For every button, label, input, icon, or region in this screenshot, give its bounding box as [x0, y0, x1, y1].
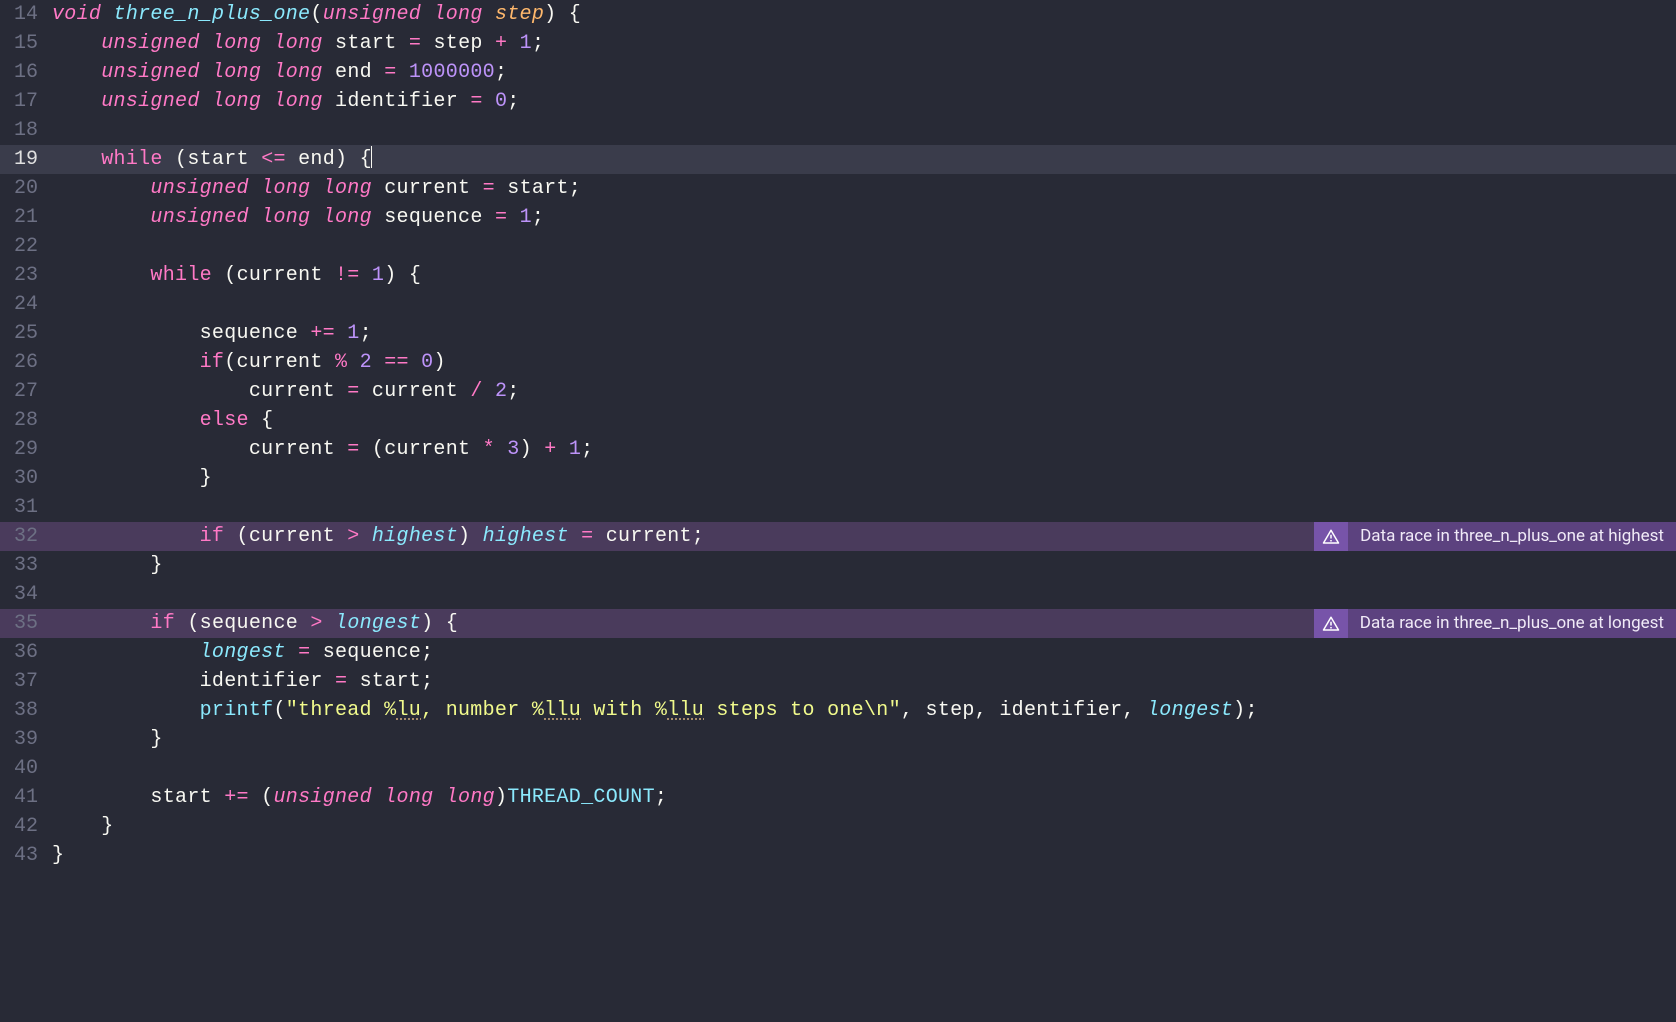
line-number: 42 [0, 812, 52, 841]
code-line[interactable]: 24 [0, 290, 1676, 319]
code-line[interactable]: 15 unsigned long long start = step + 1; [0, 29, 1676, 58]
line-number: 14 [0, 0, 52, 29]
text-cursor [371, 146, 372, 168]
line-number: 20 [0, 174, 52, 203]
code-line[interactable]: 26 if(current % 2 == 0) [0, 348, 1676, 377]
code-line[interactable]: 40 [0, 754, 1676, 783]
code-content[interactable]: else { [52, 406, 1676, 435]
code-line[interactable]: 33 } [0, 551, 1676, 580]
line-number: 19 [0, 145, 52, 174]
code-line[interactable]: 22 [0, 232, 1676, 261]
code-content[interactable]: if(current % 2 == 0) [52, 348, 1676, 377]
code-content[interactable]: } [52, 841, 1676, 870]
line-number: 28 [0, 406, 52, 435]
line-number: 23 [0, 261, 52, 290]
code-line[interactable]: 37 identifier = start; [0, 667, 1676, 696]
code-content[interactable]: } [52, 725, 1676, 754]
code-line[interactable]: 34 [0, 580, 1676, 609]
code-line[interactable]: 41 start += (unsigned long long)THREAD_C… [0, 783, 1676, 812]
code-content[interactable]: unsigned long long start = step + 1; [52, 29, 1676, 58]
code-line[interactable]: 17 unsigned long long identifier = 0; [0, 87, 1676, 116]
line-number: 32 [0, 522, 52, 551]
warning-icon [1314, 522, 1348, 551]
code-line[interactable]: 21 unsigned long long sequence = 1; [0, 203, 1676, 232]
line-number: 37 [0, 667, 52, 696]
code-line[interactable]: 25 sequence += 1; [0, 319, 1676, 348]
line-number: 16 [0, 58, 52, 87]
code-line[interactable]: 18 [0, 116, 1676, 145]
code-content[interactable]: identifier = start; [52, 667, 1676, 696]
line-number: 31 [0, 493, 52, 522]
code-content[interactable]: sequence += 1; [52, 319, 1676, 348]
code-line[interactable]: 30 } [0, 464, 1676, 493]
line-number: 25 [0, 319, 52, 348]
issue-message: Data race in three_n_plus_one at longest [1348, 609, 1676, 638]
code-line[interactable]: 27 current = current / 2; [0, 377, 1676, 406]
code-content[interactable]: longest = sequence; [52, 638, 1676, 667]
code-editor[interactable]: 14 void three_n_plus_one(unsigned long s… [0, 0, 1676, 1022]
line-number: 35 [0, 609, 52, 638]
line-number: 33 [0, 551, 52, 580]
code-content[interactable]: void three_n_plus_one(unsigned long step… [52, 0, 1676, 29]
code-content[interactable]: current = current / 2; [52, 377, 1676, 406]
code-content[interactable]: } [52, 812, 1676, 841]
code-line[interactable]: 42 } [0, 812, 1676, 841]
line-number: 24 [0, 290, 52, 319]
line-number: 18 [0, 116, 52, 145]
line-number: 38 [0, 696, 52, 725]
code-content[interactable]: printf("thread %lu, number %llu with %ll… [52, 696, 1676, 725]
code-line-issue[interactable]: 32 if (current > highest) highest = curr… [0, 522, 1676, 551]
line-number: 26 [0, 348, 52, 377]
code-line-current[interactable]: 19 while (start <= end) { [0, 145, 1676, 174]
code-content[interactable]: start += (unsigned long long)THREAD_COUN… [52, 783, 1676, 812]
line-number: 41 [0, 783, 52, 812]
code-content[interactable]: unsigned long long current = start; [52, 174, 1676, 203]
code-line[interactable]: 36 longest = sequence; [0, 638, 1676, 667]
code-content[interactable]: unsigned long long end = 1000000; [52, 58, 1676, 87]
code-line[interactable]: 43 } [0, 841, 1676, 870]
code-content[interactable]: } [52, 464, 1676, 493]
code-line-issue[interactable]: 35 if (sequence > longest) { Data race i… [0, 609, 1676, 638]
line-number: 43 [0, 841, 52, 870]
issue-badge[interactable]: Data race in three_n_plus_one at highest [1314, 522, 1676, 551]
code-content[interactable]: while (current != 1) { [52, 261, 1676, 290]
code-line[interactable]: 31 [0, 493, 1676, 522]
line-number: 17 [0, 87, 52, 116]
line-number: 34 [0, 580, 52, 609]
line-number: 30 [0, 464, 52, 493]
code-line[interactable]: 39 } [0, 725, 1676, 754]
code-content[interactable]: current = (current * 3) + 1; [52, 435, 1676, 464]
line-number: 15 [0, 29, 52, 58]
code-content[interactable]: while (start <= end) { [52, 145, 1676, 174]
code-line[interactable]: 20 unsigned long long current = start; [0, 174, 1676, 203]
code-content[interactable]: unsigned long long sequence = 1; [52, 203, 1676, 232]
line-number: 29 [0, 435, 52, 464]
code-line[interactable]: 14 void three_n_plus_one(unsigned long s… [0, 0, 1676, 29]
line-number: 36 [0, 638, 52, 667]
code-line[interactable]: 29 current = (current * 3) + 1; [0, 435, 1676, 464]
line-number: 22 [0, 232, 52, 261]
code-line[interactable]: 28 else { [0, 406, 1676, 435]
code-line[interactable]: 38 printf("thread %lu, number %llu with … [0, 696, 1676, 725]
code-content[interactable]: unsigned long long identifier = 0; [52, 87, 1676, 116]
warning-icon [1314, 609, 1348, 638]
line-number: 27 [0, 377, 52, 406]
code-line[interactable]: 23 while (current != 1) { [0, 261, 1676, 290]
code-content[interactable]: } [52, 551, 1676, 580]
line-number: 39 [0, 725, 52, 754]
line-number: 40 [0, 754, 52, 783]
line-number: 21 [0, 203, 52, 232]
issue-badge[interactable]: Data race in three_n_plus_one at longest [1314, 609, 1676, 638]
issue-message: Data race in three_n_plus_one at highest [1348, 522, 1676, 551]
code-line[interactable]: 16 unsigned long long end = 1000000; [0, 58, 1676, 87]
